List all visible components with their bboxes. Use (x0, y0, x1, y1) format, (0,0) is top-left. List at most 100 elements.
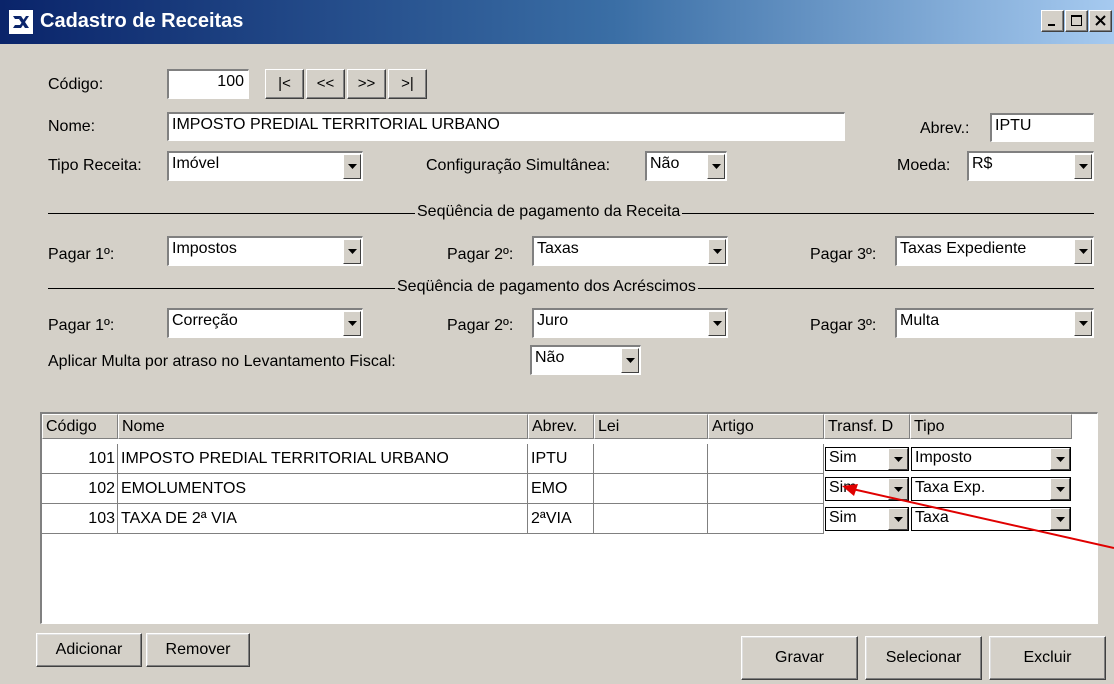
cell-nome[interactable]: IMPOSTO PREDIAL TERRITORIAL URBANO (118, 444, 528, 474)
app-icon[interactable] (8, 9, 34, 35)
column-header-tipo[interactable]: Tipo (910, 414, 1072, 439)
remover-button[interactable]: Remover (146, 633, 250, 667)
receita-pagar2-select[interactable]: Taxas (532, 236, 728, 266)
chevron-down-icon[interactable] (343, 311, 361, 336)
chevron-down-icon[interactable] (888, 448, 908, 470)
abrev-value: IPTU (995, 117, 1032, 134)
config-simultanea-value: Não (650, 155, 680, 172)
cell-artigo[interactable] (708, 474, 824, 504)
config-simultanea-select[interactable]: Não (645, 151, 727, 181)
selecionar-button[interactable]: Selecionar (865, 636, 982, 680)
cell-abrev[interactable]: 2ªVIA (528, 504, 594, 534)
cell-transf-select[interactable]: Sim (825, 477, 909, 501)
seq-receita-separator: Seqüência de pagamento da Receita (48, 203, 1094, 223)
cell-lei[interactable] (594, 474, 708, 504)
cell-artigo[interactable] (708, 504, 824, 534)
adicionar-button[interactable]: Adicionar (36, 633, 142, 667)
column-header-transf[interactable]: Transf. D (824, 414, 910, 439)
abrev-input[interactable]: IPTU (990, 113, 1094, 142)
cell-codigo[interactable]: 102 (42, 474, 118, 504)
cell-codigo[interactable]: 103 (42, 504, 118, 534)
cell-abrev[interactable]: EMO (528, 474, 594, 504)
acrescimos-pagar3-value: Multa (900, 312, 940, 329)
codigo-value: 100 (217, 73, 244, 90)
cell-tipo-value: Taxa Exp. (915, 479, 986, 496)
cell-lei[interactable] (594, 504, 708, 534)
acrescimos-pagar2-select[interactable]: Juro (532, 308, 728, 338)
receita-pagar1-value: Impostos (172, 240, 237, 257)
cell-transf-select[interactable]: Sim (825, 447, 909, 471)
moeda-label: Moeda: (897, 157, 951, 174)
chevron-down-icon[interactable] (707, 154, 725, 179)
cell-codigo[interactable]: 101 (42, 444, 118, 474)
cell-tipo-value: Taxa (915, 509, 949, 526)
column-header-lei[interactable]: Lei (594, 414, 708, 439)
chevron-down-icon[interactable] (708, 239, 726, 264)
receita-pagar2-value: Taxas (537, 240, 579, 257)
receita-pagar3-select[interactable]: Taxas Expediente (895, 236, 1094, 266)
codigo-input[interactable]: 100 (167, 69, 249, 99)
chevron-down-icon[interactable] (708, 311, 726, 336)
chevron-down-icon[interactable] (343, 154, 361, 179)
next-record-button[interactable]: >> (347, 69, 386, 99)
cell-transf-value: Sim (829, 479, 857, 496)
receita-pagar2-label: Pagar 2º: (447, 246, 514, 263)
first-record-button[interactable]: |< (265, 69, 304, 99)
cell-nome[interactable]: EMOLUMENTOS (118, 474, 528, 504)
cell-tipo-select[interactable]: Taxa Exp. (911, 477, 1071, 501)
cell-nome[interactable]: TAXA DE 2ª VIA (118, 504, 528, 534)
tipo-receita-select[interactable]: Imóvel (167, 151, 363, 181)
column-header-nome[interactable]: Nome (118, 414, 528, 439)
chevron-down-icon[interactable] (1050, 508, 1070, 530)
multa-select[interactable]: Não (530, 345, 641, 375)
close-button[interactable] (1089, 10, 1112, 32)
column-header-codigo[interactable]: Código (42, 414, 118, 439)
cell-abrev[interactable]: IPTU (528, 444, 594, 474)
acrescimos-pagar1-value: Correção (172, 312, 238, 329)
minimize-button[interactable] (1041, 10, 1064, 32)
chevron-down-icon[interactable] (1050, 448, 1070, 470)
multa-label: Aplicar Multa por atraso no Levantamento… (48, 353, 396, 370)
moeda-value: R$ (972, 155, 993, 172)
chevron-down-icon[interactable] (888, 508, 908, 530)
acrescimos-pagar1-select[interactable]: Correção (167, 308, 363, 338)
maximize-button[interactable] (1065, 10, 1088, 32)
chevron-down-icon[interactable] (888, 478, 908, 500)
cell-tipo-select[interactable]: Taxa (911, 507, 1071, 531)
acrescimos-pagar3-select[interactable]: Multa (895, 308, 1094, 338)
chevron-down-icon[interactable] (621, 348, 639, 373)
chevron-down-icon[interactable] (1074, 154, 1092, 179)
title-bar[interactable]: Cadastro de Receitas (0, 0, 1114, 44)
nome-value: IMPOSTO PREDIAL TERRITORIAL URBANO (172, 116, 500, 133)
chevron-down-icon[interactable] (1074, 311, 1092, 336)
excluir-button[interactable]: Excluir (989, 636, 1106, 680)
excluir-label: Excluir (1023, 649, 1072, 666)
remover-label: Remover (165, 641, 231, 658)
close-icon (1095, 15, 1106, 26)
seq-acrescimos-separator: Seqüência de pagamento dos Acréscimos (48, 278, 1094, 298)
receitas-grid[interactable]: Código Nome Abrev. Lei Artigo Transf. D … (40, 412, 1098, 624)
selecionar-label: Selecionar (885, 649, 962, 666)
window-title: Cadastro de Receitas (40, 10, 244, 32)
gravar-button[interactable]: Gravar (741, 636, 858, 680)
cell-tipo-value: Imposto (915, 449, 972, 466)
cell-tipo-select[interactable]: Imposto (911, 447, 1071, 471)
receita-pagar1-select[interactable]: Impostos (167, 236, 363, 266)
previous-record-button[interactable]: << (306, 69, 345, 99)
chevron-down-icon[interactable] (1074, 239, 1092, 264)
receita-pagar1-label: Pagar 1º: (48, 246, 115, 263)
cell-artigo[interactable] (708, 444, 824, 474)
last-record-button[interactable]: >| (388, 69, 427, 99)
column-header-abrev[interactable]: Abrev. (528, 414, 594, 439)
moeda-select[interactable]: R$ (967, 151, 1094, 181)
tipo-receita-value: Imóvel (172, 155, 220, 172)
nome-input[interactable]: IMPOSTO PREDIAL TERRITORIAL URBANO (167, 112, 845, 141)
cell-transf-value: Sim (829, 509, 857, 526)
cell-lei[interactable] (594, 444, 708, 474)
chevron-down-icon[interactable] (1050, 478, 1070, 500)
acrescimos-pagar3-label: Pagar 3º: (810, 317, 877, 334)
chevron-down-icon[interactable] (343, 239, 361, 264)
column-header-artigo[interactable]: Artigo (708, 414, 824, 439)
cell-transf-select[interactable]: Sim (825, 507, 909, 531)
seq-acrescimos-title: Seqüência de pagamento dos Acréscimos (395, 278, 698, 296)
